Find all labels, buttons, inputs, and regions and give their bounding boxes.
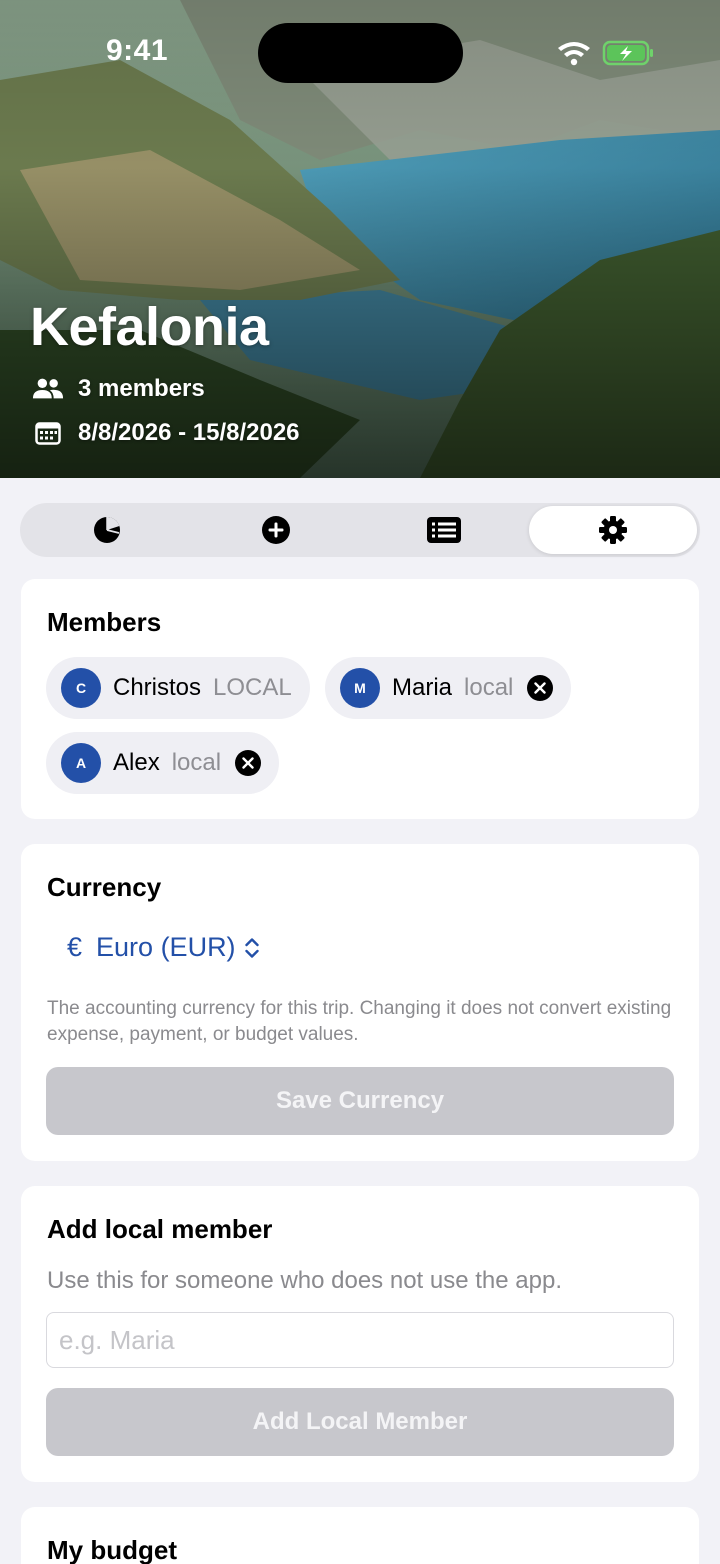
- member-chip: A Alex local: [46, 732, 280, 794]
- currency-value: Euro (EUR): [96, 932, 236, 962]
- member-tag: local: [171, 749, 222, 776]
- trip-tab-bar: [20, 503, 700, 557]
- dynamic-island: [258, 23, 463, 83]
- wifi-icon: [558, 42, 590, 66]
- plus-circle-icon: [261, 516, 290, 544]
- people-icon: [32, 376, 64, 402]
- close-icon: [242, 757, 254, 769]
- members-card: Members C Christos LOCAL M Maria local A…: [21, 579, 699, 819]
- chevron-up-down-icon: [244, 936, 260, 960]
- members-title: Members: [47, 607, 162, 637]
- tab-overview[interactable]: [23, 506, 192, 554]
- close-icon: [534, 682, 547, 694]
- currency-title: Currency: [47, 872, 162, 902]
- member-name: Christos: [113, 674, 202, 701]
- add-member-title: Add local member: [47, 1214, 273, 1244]
- battery-icon: [602, 40, 653, 66]
- remove-member-button[interactable]: [527, 675, 554, 701]
- tab-settings[interactable]: [528, 506, 697, 554]
- member-tag: LOCAL: [213, 674, 292, 701]
- member-name: Maria: [392, 674, 453, 701]
- currency-picker[interactable]: € Euro (EUR): [67, 932, 260, 963]
- members-count-text: 3 members: [78, 375, 205, 402]
- avatar: M: [340, 668, 380, 708]
- trip-dates: 8/8/2026 - 15/8/2026: [32, 419, 300, 447]
- member-chip: C Christos LOCAL: [46, 657, 310, 719]
- calendar-icon: [32, 420, 64, 446]
- tab-add-expense[interactable]: [192, 506, 361, 554]
- currency-symbol: €: [67, 932, 83, 962]
- member-tag: local: [464, 674, 514, 701]
- local-member-name-input[interactable]: [46, 1312, 674, 1368]
- add-local-member-button[interactable]: Add Local Member: [46, 1388, 674, 1456]
- trip-title: Kefalonia: [30, 297, 269, 357]
- currency-card: Currency € Euro (EUR) The accounting cur…: [21, 844, 699, 1161]
- add-member-subtitle: Use this for someone who does not use th…: [47, 1267, 562, 1294]
- member-name: Alex: [113, 749, 160, 776]
- budget-title: My budget: [47, 1535, 177, 1564]
- avatar: A: [61, 743, 101, 783]
- status-time: 9:41: [106, 34, 169, 67]
- pie-chart-icon: [94, 516, 121, 543]
- remove-member-button[interactable]: [235, 750, 262, 776]
- budget-card: My budget: [21, 1507, 699, 1564]
- tab-expense-list[interactable]: [360, 506, 529, 554]
- avatar: C: [61, 668, 101, 708]
- trip-members-count: 3 members: [32, 375, 205, 403]
- currency-help-text: The accounting currency for this trip. C…: [47, 998, 672, 1045]
- trip-hero: 9:41 Kefalonia 3 members 8/8/2026 - 15/8…: [0, 0, 720, 478]
- add-local-member-card: Add local member Use this for someone wh…: [21, 1186, 699, 1482]
- save-currency-button[interactable]: Save Currency: [46, 1067, 674, 1135]
- list-icon: [427, 517, 462, 543]
- status-icons: [558, 40, 653, 66]
- member-chip: M Maria local: [325, 657, 572, 719]
- dates-text: 8/8/2026 - 15/8/2026: [78, 419, 300, 446]
- gear-icon: [598, 516, 627, 544]
